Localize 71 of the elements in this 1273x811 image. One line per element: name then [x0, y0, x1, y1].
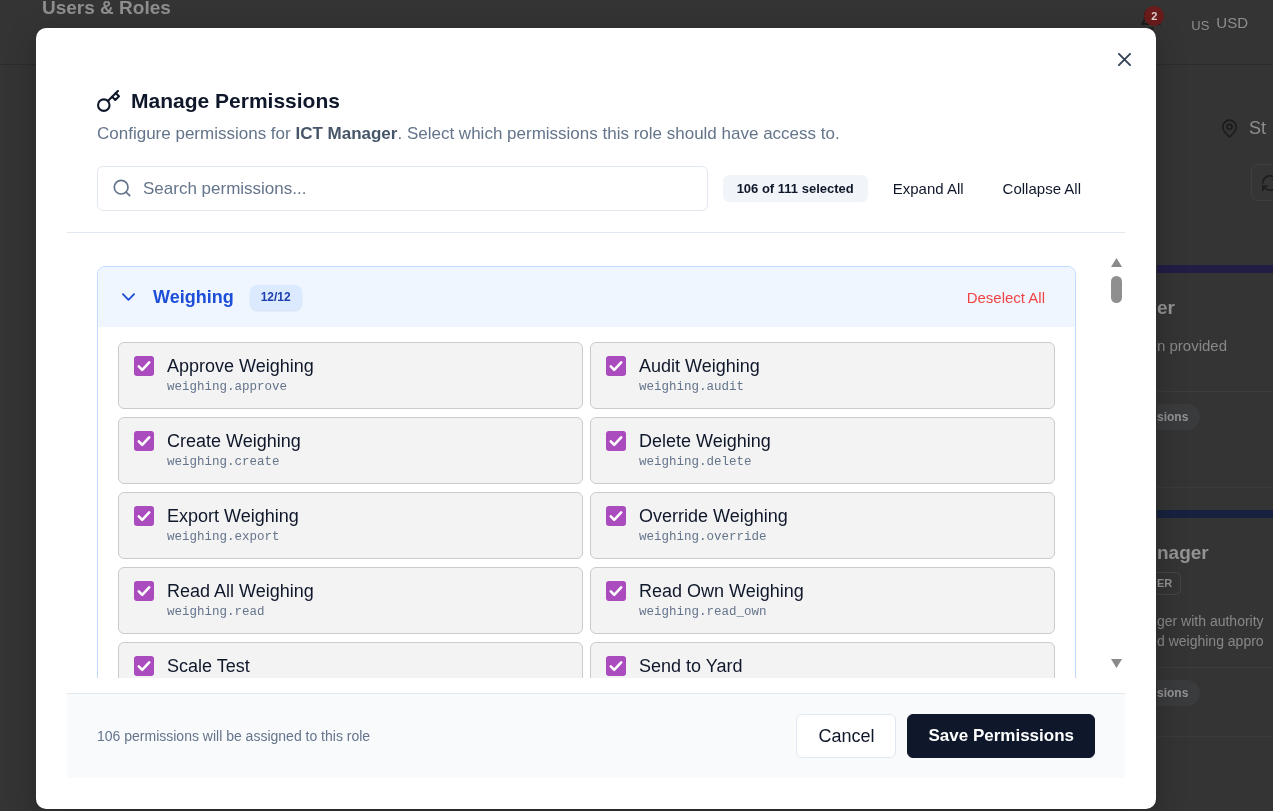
close-icon: [1117, 52, 1131, 66]
cancel-button[interactable]: Cancel: [796, 714, 897, 758]
scrollbar-thumb[interactable]: [1111, 276, 1122, 303]
permission-code: weighing.delete: [639, 454, 752, 471]
role-description: n provided: [1157, 336, 1228, 356]
dialog-title: Manage Permissions: [131, 89, 340, 113]
checkbox[interactable]: [606, 506, 626, 526]
checkbox[interactable]: [134, 506, 154, 526]
notification-badge: 2: [1144, 6, 1165, 26]
group-count-badge: 12/12: [249, 284, 302, 310]
scroll-down-icon[interactable]: [1111, 659, 1122, 668]
permission-code: weighing.read: [167, 604, 265, 621]
save-button[interactable]: Save Permissions: [907, 714, 1095, 758]
group-header[interactable]: Weighing 12/12 Deselect All: [98, 267, 1075, 327]
refresh-icon: [1262, 174, 1273, 191]
role-name: er: [1157, 297, 1175, 319]
permission-item[interactable]: Approve Weighing weighing.approve: [118, 342, 583, 409]
toolbar-button[interactable]: Expand All: [878, 170, 978, 207]
page-title: Users & Roles: [42, 0, 171, 19]
permission-count-badge: sions: [1157, 680, 1201, 706]
search-icon: [113, 179, 131, 197]
checkbox[interactable]: [606, 656, 626, 676]
permission-item[interactable]: Read All Weighing weighing.read: [118, 567, 583, 634]
permission-item[interactable]: Create Weighing weighing.create: [118, 417, 583, 484]
checkbox[interactable]: [606, 431, 626, 451]
permission-code: weighing.approve: [167, 379, 288, 396]
scroll-up-icon[interactable]: [1111, 258, 1122, 267]
permission-code: weighing.override: [639, 529, 767, 546]
chevron-down-icon[interactable]: [122, 293, 135, 301]
role-name: nager: [1157, 542, 1209, 564]
permission-count-badge: sions: [1157, 404, 1201, 430]
permission-label: Scale Test: [167, 655, 250, 677]
checkbox[interactable]: [134, 356, 154, 376]
selection-count: 106 of 111 selected: [722, 175, 868, 202]
checkbox[interactable]: [134, 431, 154, 451]
permission-item[interactable]: Export Weighing weighing.export: [118, 492, 583, 559]
permission-label: Audit Weighing: [639, 355, 760, 377]
permission-code: weighing.create: [167, 454, 280, 471]
map-pin-icon: [1222, 118, 1237, 138]
permission-label: Approve Weighing: [167, 355, 314, 377]
toolbar-button[interactable]: Collapse All: [988, 170, 1095, 207]
currency-label[interactable]: USD: [1216, 14, 1248, 32]
permission-item[interactable]: Override Weighing weighing.override: [590, 492, 1055, 559]
checkbox[interactable]: [606, 356, 626, 376]
permission-code: weighing.read_own: [639, 604, 767, 621]
checkbox[interactable]: [606, 581, 626, 601]
location-label: St: [1249, 118, 1266, 138]
search-field[interactable]: Search permissions...: [97, 166, 708, 211]
permission-code: weighing.export: [167, 529, 280, 546]
footer-note: 106 permissions will be assigned to this role: [97, 728, 371, 744]
checkbox[interactable]: [134, 581, 154, 601]
role-description: ger with authority d weighing appro: [1157, 612, 1264, 651]
permission-item[interactable]: Delete Weighing weighing.delete: [590, 417, 1055, 484]
country-code[interactable]: US: [1191, 18, 1210, 34]
permission-item[interactable]: Audit Weighing weighing.audit: [590, 342, 1055, 409]
key-icon: [97, 89, 120, 113]
permission-label: Read All Weighing: [167, 580, 314, 602]
permission-label: Read Own Weighing: [639, 580, 804, 602]
role-tag: ER: [1157, 572, 1182, 595]
permission-code: weighing.audit: [639, 379, 745, 396]
permission-label: Create Weighing: [167, 430, 301, 452]
permission-item[interactable]: Send to Yard: [590, 642, 1055, 678]
group-title: Weighing: [153, 286, 234, 308]
permission-item[interactable]: Read Own Weighing weighing.read_own: [590, 567, 1055, 634]
permission-item[interactable]: Scale Test: [118, 642, 583, 678]
permission-label: Export Weighing: [167, 505, 299, 527]
permission-label: Override Weighing: [639, 505, 788, 527]
dialog-description: Configure permissions for ICT Manager. Select which permissions this role should have access to.: [97, 123, 841, 145]
permission-label: Send to Yard: [639, 655, 743, 677]
permission-label: Delete Weighing: [639, 430, 771, 452]
checkbox[interactable]: [134, 656, 154, 676]
